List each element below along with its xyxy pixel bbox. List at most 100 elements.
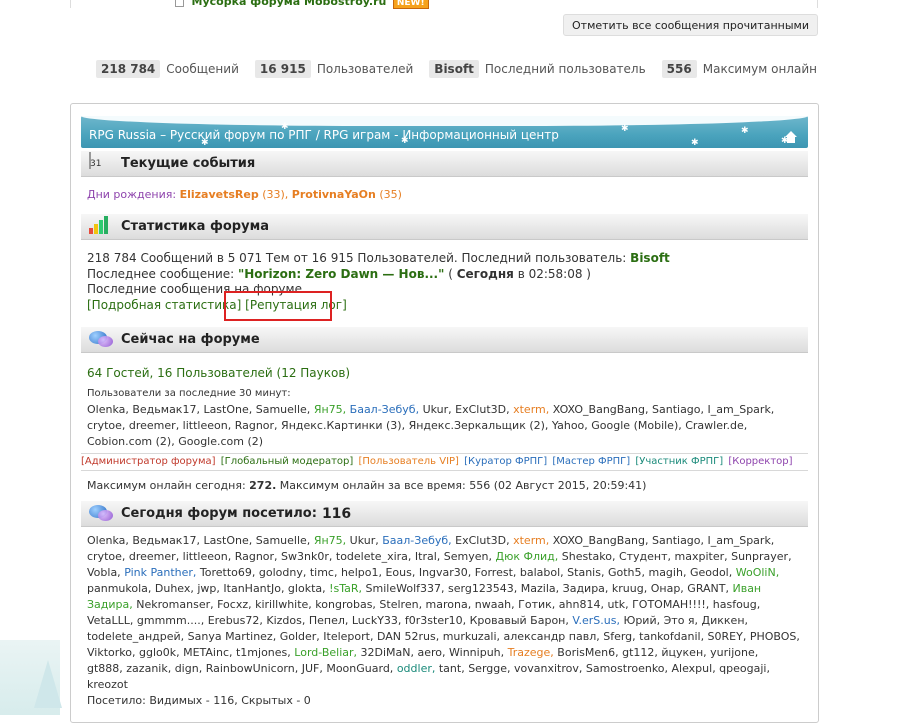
- user-list-text[interactable]: crytoe, dreemer, littleeon, Ragnor, Sw3n…: [87, 550, 492, 563]
- banner-snowcap: [81, 116, 808, 126]
- visited-users-line: Задира, Nekromanser, Focxz, kirillwhite,…: [87, 598, 760, 611]
- user-list-text[interactable]: BorisMen6, gt112, йцукен, yurijone,: [557, 646, 758, 659]
- visited-users-line: panmukola, Duhex, jwp, ItanHantJo, glokt…: [87, 582, 761, 595]
- visited-users-line: Viktorko, gglo0k, METAinc, t1mjones, Lor…: [87, 646, 758, 659]
- section-visited-today: Сегодня форум посетило: 116: [81, 501, 808, 527]
- user-link[interactable]: Задира,: [87, 598, 133, 611]
- user-list-text[interactable]: 32DiMaN, aero, Winnipuh,: [361, 646, 505, 659]
- section-online-now: Сейчас на форуме: [81, 327, 808, 353]
- birthday-user-link[interactable]: ProtivnaYaOn: [292, 188, 376, 201]
- stat-users-label: Пользователей: [316, 62, 414, 76]
- online-users-line[interactable]: Cobion.com (2), Google.com (2): [87, 435, 263, 448]
- user-link[interactable]: oddler,: [397, 662, 436, 675]
- birthdays-label: Дни рождения:: [87, 188, 177, 201]
- stat-last-user-value[interactable]: Bisoft: [429, 60, 479, 78]
- user-list-text[interactable]: tant, Sergge, vovanxitrov, Samostroenko,…: [439, 662, 770, 675]
- user-list-text[interactable]: gt888, zazanik, dign, RainbowUnicorn, JU…: [87, 662, 393, 675]
- forum-checkbox[interactable]: [175, 0, 184, 7]
- legend-admin[interactable]: [Администратор форума]: [81, 456, 216, 467]
- visited-users-line: gt888, zazanik, dign, RainbowUnicorn, JU…: [87, 662, 770, 675]
- chat-bubbles-icon: [89, 329, 115, 351]
- stat-posts-value: 218 784: [96, 60, 161, 78]
- user-list-text[interactable]: panmukola, Duhex, jwp, ItanHantJo, glokt…: [87, 582, 326, 595]
- user-list-text[interactable]: Olenka, Ведьмак17, LastOne, Samuelle,: [87, 403, 310, 416]
- birthday-user-link[interactable]: ElizavetsRep: [180, 188, 259, 201]
- user-list-text[interactable]: Toretto69, golodny, timc, helpo1, Eous, …: [200, 566, 732, 579]
- legend-corrector[interactable]: [Корректор]: [728, 456, 792, 467]
- mark-all-read-button[interactable]: Отметить все сообщения прочитанными: [563, 14, 818, 36]
- section-forum-stats: Статистика форума: [81, 214, 808, 240]
- user-link[interactable]: Дюк Флид,: [495, 550, 558, 563]
- user-list-text[interactable]: ExClut3D,: [455, 534, 509, 547]
- user-list-text[interactable]: Vobla,: [87, 566, 121, 579]
- birthday-age: (33),: [262, 188, 289, 201]
- visited-users-line[interactable]: kreozot: [87, 678, 128, 691]
- last-post-label: Последнее сообщение:: [87, 267, 235, 281]
- user-link[interactable]: Trazege,: [508, 646, 554, 659]
- user-list-text[interactable]: Nekromanser, Focxz, kirillwhite, kongrob…: [136, 598, 760, 611]
- section-title: Сейчас на форуме: [121, 332, 260, 347]
- snowflake-icon: ✱: [741, 126, 749, 136]
- section-title: Текущие события: [121, 156, 256, 171]
- visited-users-line: Vobla, Pink Panther, Toretto69, golodny,…: [87, 566, 779, 579]
- user-link[interactable]: xterm,: [513, 534, 549, 547]
- snowflake-icon: ✱: [691, 138, 699, 148]
- user-link[interactable]: !sTaR,: [329, 582, 362, 595]
- section-title: Сегодня форум посетило:: [121, 506, 317, 521]
- user-list-text[interactable]: Юрий, Это я, Диккен,: [623, 614, 748, 627]
- user-list-text[interactable]: Ukur,: [350, 534, 379, 547]
- user-link[interactable]: Баал-Зебуб,: [350, 403, 419, 416]
- legend-vip[interactable]: [Пользователь VIP]: [359, 456, 459, 467]
- user-link[interactable]: Lord-Beliar,: [294, 646, 357, 659]
- user-link[interactable]: xterm,: [513, 403, 549, 416]
- last-post-link[interactable]: "Horizon: Zero Dawn — Нов...": [238, 267, 444, 281]
- user-list-text[interactable]: Ukur, ExClut3D,: [423, 403, 510, 416]
- online-users-line: Olenka, Ведьмак17, LastOne, Samuelle, Ян…: [87, 403, 774, 416]
- user-list-text[interactable]: Viktorko, gglo0k, METAinc, t1mjones,: [87, 646, 291, 659]
- user-list-text[interactable]: SmileWolf337, serg123543, Mazila, Задира…: [366, 582, 729, 595]
- user-link[interactable]: Ян75,: [314, 403, 346, 416]
- user-list-text[interactable]: Shestako, Студент, maxpiter, Sunprayer,: [562, 550, 792, 563]
- user-list-text[interactable]: VetaLLL, gmmmm...., Erebus72, Kizdos, Пе…: [87, 614, 569, 627]
- calendar-icon: 31: [89, 151, 115, 175]
- user-link[interactable]: Иван: [732, 582, 761, 595]
- user-list-text[interactable]: XOXO_BangBang, Santiago, I_am_Spark,: [553, 403, 775, 416]
- legend-curator[interactable]: [Куратор ФРПГ]: [464, 456, 547, 467]
- stat-last-user-label: Последний пользователь: [484, 62, 646, 76]
- top-forum-row[interactable]: Мусорка форума Mobostroy.ru NEW!: [175, 0, 429, 9]
- legend-member[interactable]: [Участник ФРПГ]: [635, 456, 723, 467]
- user-link[interactable]: Ян75,: [314, 534, 346, 547]
- max-online-today: 272.: [249, 479, 277, 492]
- user-link[interactable]: Pink Panther,: [124, 566, 196, 579]
- online-users-label: Пользователи за последние 30 минут:: [87, 388, 291, 399]
- max-online-line: Максимум онлайн сегодня: 272. Максимум о…: [87, 479, 646, 492]
- legend-global-mod[interactable]: [Глобальный модератор]: [221, 456, 354, 467]
- last-user-link[interactable]: Bisoft: [630, 251, 670, 265]
- visited-footer: Посетило: Видимых - 116, Скрытых - 0: [87, 694, 311, 707]
- detailed-stats-link[interactable]: [Подробная статистика]: [87, 298, 241, 312]
- user-link[interactable]: Баал-Зебуб,: [382, 534, 451, 547]
- stats-bars-icon: [89, 215, 115, 238]
- snowflake-icon: ✱: [621, 124, 629, 134]
- highlight-box: [224, 291, 332, 321]
- stat-posts-label: Сообщений: [166, 62, 239, 76]
- user-list-text[interactable]: Olenka, Ведьмак17, LastOne, Samuelle,: [87, 534, 310, 547]
- last-post-line: Последнее сообщение: "Horizon: Zero Dawn…: [87, 267, 591, 281]
- snow-tree-decoration: [34, 660, 62, 708]
- visited-users-line[interactable]: todelete_андрей, Sanya Martinez, Golder,…: [87, 630, 800, 643]
- forum-stats-line: 218 784 Сообщений в 5 071 Тем от 16 915 …: [87, 251, 670, 265]
- user-link[interactable]: V.erS.us,: [572, 614, 620, 627]
- birthdays-line: Дни рождения: ElizavetsRep (33), Protivn…: [87, 188, 402, 201]
- stat-max-online-value: 556: [661, 60, 697, 78]
- forum-title-link[interactable]: Мусорка форума Mobostroy.ru: [192, 0, 387, 8]
- user-list-text[interactable]: XOXO_BangBang, Santiago, I_am_Spark,: [553, 534, 775, 547]
- banner-title: RPG Russia – Русский форум по РПГ / RPG …: [89, 128, 559, 142]
- home-icon[interactable]: [784, 130, 798, 144]
- last-post-time: в 02:58:08 ): [517, 267, 591, 281]
- online-summary: 64 Гостей, 16 Пользователей (12 Пауков): [87, 366, 351, 380]
- legend-master[interactable]: [Мастер ФРПГ]: [552, 456, 630, 467]
- user-link[interactable]: WoOliN,: [736, 566, 779, 579]
- forum-stats-text: 218 784 Сообщений в 5 071 Тем от 16 915 …: [87, 251, 627, 265]
- online-users-line[interactable]: crytoe, dreemer, littleeon, Ragnor, Янде…: [87, 419, 747, 432]
- visited-count: 116: [321, 505, 352, 522]
